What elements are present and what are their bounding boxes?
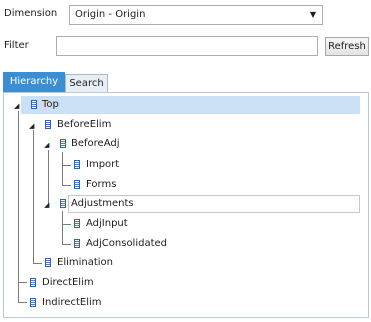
collapse-icon[interactable]: ◢ (14, 101, 19, 111)
tree-node-import[interactable]: Import (86, 158, 119, 172)
tree-connector (62, 244, 71, 245)
collapse-icon[interactable]: ◢ (44, 140, 49, 150)
tree-node-adjustments[interactable]: Adjustments (71, 197, 134, 211)
member-icon (30, 298, 36, 307)
tab-search[interactable]: Search (65, 74, 108, 92)
tree-connector (33, 130, 34, 263)
tree-node-beforeelim[interactable]: BeforeElim (57, 118, 111, 132)
selected-row-highlight (21, 96, 360, 114)
member-icon (45, 120, 51, 129)
tree-connector (62, 224, 71, 225)
member-icon (31, 100, 37, 109)
member-icon (60, 139, 66, 148)
tree-connector (48, 150, 49, 205)
tree-connector (18, 111, 19, 302)
tree-node-beforeadj[interactable]: BeforeAdj (71, 137, 120, 151)
dimension-select-value: Origin - Origin (75, 9, 146, 20)
tree-connector (18, 302, 27, 303)
member-icon (74, 219, 80, 228)
refresh-button[interactable]: Refresh (325, 37, 369, 56)
tree-connector (62, 211, 63, 244)
member-icon (60, 199, 66, 208)
member-icon (74, 160, 80, 169)
filter-input[interactable] (56, 36, 318, 56)
member-icon (74, 180, 80, 189)
tab-hierarchy[interactable]: Hierarchy (3, 72, 65, 92)
tree-connector (62, 185, 71, 186)
tree-node-forms[interactable]: Forms (86, 178, 116, 192)
tree-node-adjconsolidated[interactable]: AdjConsolidated (86, 237, 167, 251)
tree-node-indirectelim[interactable]: IndirectElim (42, 296, 102, 310)
filter-label: Filter (4, 40, 29, 51)
dimension-label: Dimension (4, 8, 58, 19)
tree-connector (62, 152, 63, 185)
dimension-select[interactable]: Origin - Origin ▼ (69, 5, 323, 25)
member-icon (30, 278, 36, 287)
tree-connector (62, 165, 71, 166)
tree-connector (18, 282, 27, 283)
member-icon (45, 258, 51, 267)
chevron-down-icon[interactable]: ▼ (310, 8, 316, 22)
tree-node-adjinput[interactable]: AdjInput (86, 217, 128, 231)
member-icon (74, 239, 80, 248)
tree-node-top[interactable]: Top (42, 98, 59, 112)
tree-node-directelim[interactable]: DirectElim (42, 276, 94, 290)
collapse-icon[interactable]: ◢ (29, 121, 34, 131)
collapse-icon[interactable]: ◢ (44, 200, 49, 210)
tree-connector (33, 263, 42, 264)
tree-node-elimination[interactable]: Elimination (57, 256, 113, 270)
